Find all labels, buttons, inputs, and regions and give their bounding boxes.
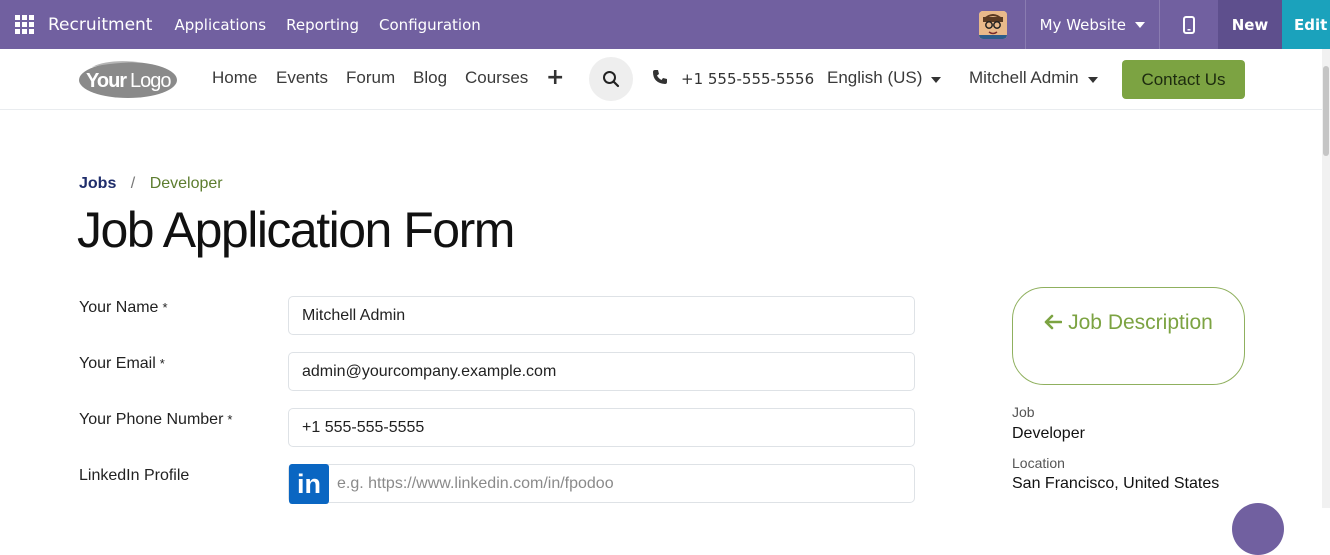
site-logo[interactable]: Your Logo [78,59,178,99]
admin-topbar: Recruitment Applications Reporting Confi… [0,0,1330,49]
language-selector[interactable]: English (US) [827,68,942,88]
name-label: Your Name * [79,299,168,317]
chevron-down-icon [1135,21,1145,28]
nav-forum[interactable]: Forum [346,68,395,88]
job-label: Job [1012,404,1035,420]
menu-reporting[interactable]: Reporting [286,16,359,34]
linkedin-label: LinkedIn Profile [79,467,190,484]
search-icon [603,71,620,88]
website-selector[interactable]: My Website [1026,0,1159,49]
required-marker: * [162,300,168,315]
name-label-text: Your Name [79,299,159,316]
edit-button[interactable]: Edit [1282,0,1330,49]
email-input[interactable]: admin@yourcompany.example.com [288,352,915,391]
add-menu-plus-icon[interactable]: + [546,65,564,90]
phone-icon [652,69,668,89]
website-selector-label: My Website [1039,15,1126,34]
menu-configuration[interactable]: Configuration [379,16,481,34]
arrow-left-icon [1044,314,1063,330]
nav-home[interactable]: Home [212,68,257,88]
menu-applications[interactable]: Applications [174,16,266,34]
linkedin-input[interactable]: in e.g. https://www.linkedin.com/in/fpod… [288,464,915,504]
search-button[interactable] [589,57,633,101]
user-avatar-icon[interactable] [978,10,1007,39]
website-header: Your Logo Home Events Forum Blog Courses… [0,49,1322,110]
svg-text:Your: Your [86,70,127,92]
phone-input[interactable]: +1 555-555-5555 [288,408,915,447]
linkedin-placeholder: e.g. https://www.linkedin.com/in/fpodoo [337,474,614,492]
breadcrumb: Jobs / Developer [79,175,223,193]
app-name[interactable]: Recruitment [48,15,152,35]
user-menu[interactable]: Mitchell Admin [969,68,1098,88]
breadcrumb-jobs-link[interactable]: Jobs [79,175,116,192]
mobile-preview-icon[interactable] [1160,0,1218,49]
linkedin-icon: in [289,464,329,504]
required-marker: * [227,412,233,427]
chevron-down-icon [931,77,942,83]
job-description-label: Job Description [1068,311,1213,334]
chat-bubble-button[interactable] [1232,503,1284,555]
breadcrumb-separator: / [130,175,136,192]
breadcrumb-current: Developer [149,175,223,192]
job-description-button[interactable]: Job Description [1012,287,1245,385]
phone-label: Your Phone Number * [79,411,232,429]
svg-text:Logo: Logo [130,70,171,92]
location-label: Location [1012,455,1065,471]
nav-blog[interactable]: Blog [413,68,447,88]
user-menu-label: Mitchell Admin [969,68,1079,87]
header-phone[interactable]: +1 555-555-5556 [681,70,814,88]
email-label: Your Email * [79,355,165,373]
page-title: Job Application Form [77,202,515,258]
new-button[interactable]: New [1218,0,1282,49]
location-value: San Francisco, United States [1012,475,1220,492]
phone-label-text: Your Phone Number [79,411,224,428]
scrollbar-thumb[interactable] [1323,66,1329,156]
nav-events[interactable]: Events [276,68,328,88]
nav-courses[interactable]: Courses [465,68,528,88]
language-label: English (US) [827,68,923,87]
email-label-text: Your Email [79,355,156,372]
chevron-down-icon [1087,77,1098,83]
job-value: Developer [1012,425,1085,442]
required-marker: * [159,356,165,371]
name-input[interactable]: Mitchell Admin [288,296,915,335]
apps-menu-icon[interactable] [0,0,48,49]
contact-us-button[interactable]: Contact Us [1122,60,1245,99]
